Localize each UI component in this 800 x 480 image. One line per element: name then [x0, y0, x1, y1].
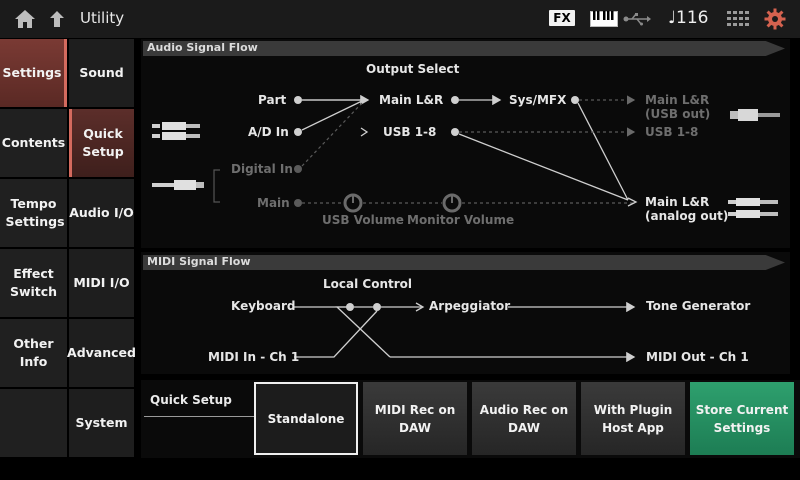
usb-volume-label: USB Volume [322, 213, 404, 227]
quick-setup-audio-rec-button[interactable]: Audio Rec on DAW [472, 382, 576, 455]
bottom-strip [0, 458, 800, 480]
quick-setup-plugin-host-button[interactable]: With Plugin Host App [581, 382, 685, 455]
digital-in-node [294, 165, 302, 173]
quick-setup-midi-rec-button[interactable]: MIDI Rec on DAW [363, 382, 467, 455]
output-select-label: Output Select [366, 62, 460, 76]
midi-out-label: MIDI Out - Ch 1 [646, 350, 749, 364]
main-lr-usb-out-label: Main L&R (USB out) [645, 93, 710, 121]
main-lr-analog-out-line1: Main L&R [645, 195, 710, 209]
button-label-line2: Host App [602, 420, 664, 435]
sys-mfx-label: Sys/MFX [509, 93, 567, 107]
part-node [294, 96, 302, 104]
digital-in-label: Digital In [231, 162, 293, 176]
ad-in-label: A/D In [248, 125, 289, 139]
monitor-volume-label: Monitor Volume [407, 213, 515, 227]
midi-in-label: MIDI In - Ch 1 [208, 350, 300, 364]
audio-input-jack-icon [152, 122, 200, 140]
button-label-line2: DAW [508, 420, 540, 435]
local-control-node-b [373, 303, 381, 311]
main-lr-node [451, 96, 459, 104]
monitor-volume-knob-icon[interactable] [442, 193, 462, 213]
main-lr-label[interactable]: Main L&R [379, 93, 443, 107]
quick-setup-divider [144, 416, 254, 417]
digital-input-usb-icon [152, 180, 204, 190]
button-label-line1: Audio Rec on [479, 402, 569, 417]
button-label-line1: Store Current [695, 402, 789, 417]
keyboard-label: Keyboard [231, 299, 296, 313]
arpeggiator-label: Arpeggiator [429, 299, 511, 313]
usb-volume-knob-icon[interactable] [343, 193, 363, 213]
button-label-line2: Settings [713, 420, 771, 435]
usb-1-8-label[interactable]: USB 1-8 [383, 125, 436, 139]
analog-output-jack-icon [728, 198, 778, 218]
tone-generator-label: Tone Generator [646, 299, 751, 313]
usb-output-icon [730, 109, 780, 121]
main-lr-usb-out-line1: Main L&R [645, 93, 710, 107]
quick-setup-label: Quick Setup [150, 393, 232, 407]
main-lr-analog-out-label: Main L&R (analog out) [645, 195, 728, 223]
sys-mfx-node [571, 96, 579, 104]
ad-in-node [294, 128, 302, 136]
button-label: Standalone [267, 411, 345, 426]
button-label-line1: MIDI Rec on [374, 402, 456, 417]
usb-1-8-node [451, 128, 459, 136]
local-control-label: Local Control [323, 277, 412, 291]
store-current-settings-button[interactable]: Store Current Settings [690, 382, 794, 455]
main-lr-usb-out-line2: (USB out) [645, 107, 711, 121]
quick-setup-standalone-button[interactable]: Standalone [254, 382, 358, 455]
part-label: Part [258, 93, 287, 107]
button-label-line1: With Plugin [593, 402, 673, 417]
button-label-line2: DAW [399, 420, 431, 435]
usb-1-8-out-label: USB 1-8 [645, 125, 699, 139]
main-node [294, 199, 302, 207]
main-lr-analog-out-line2: (analog out) [645, 209, 729, 223]
main-label: Main [257, 196, 290, 210]
